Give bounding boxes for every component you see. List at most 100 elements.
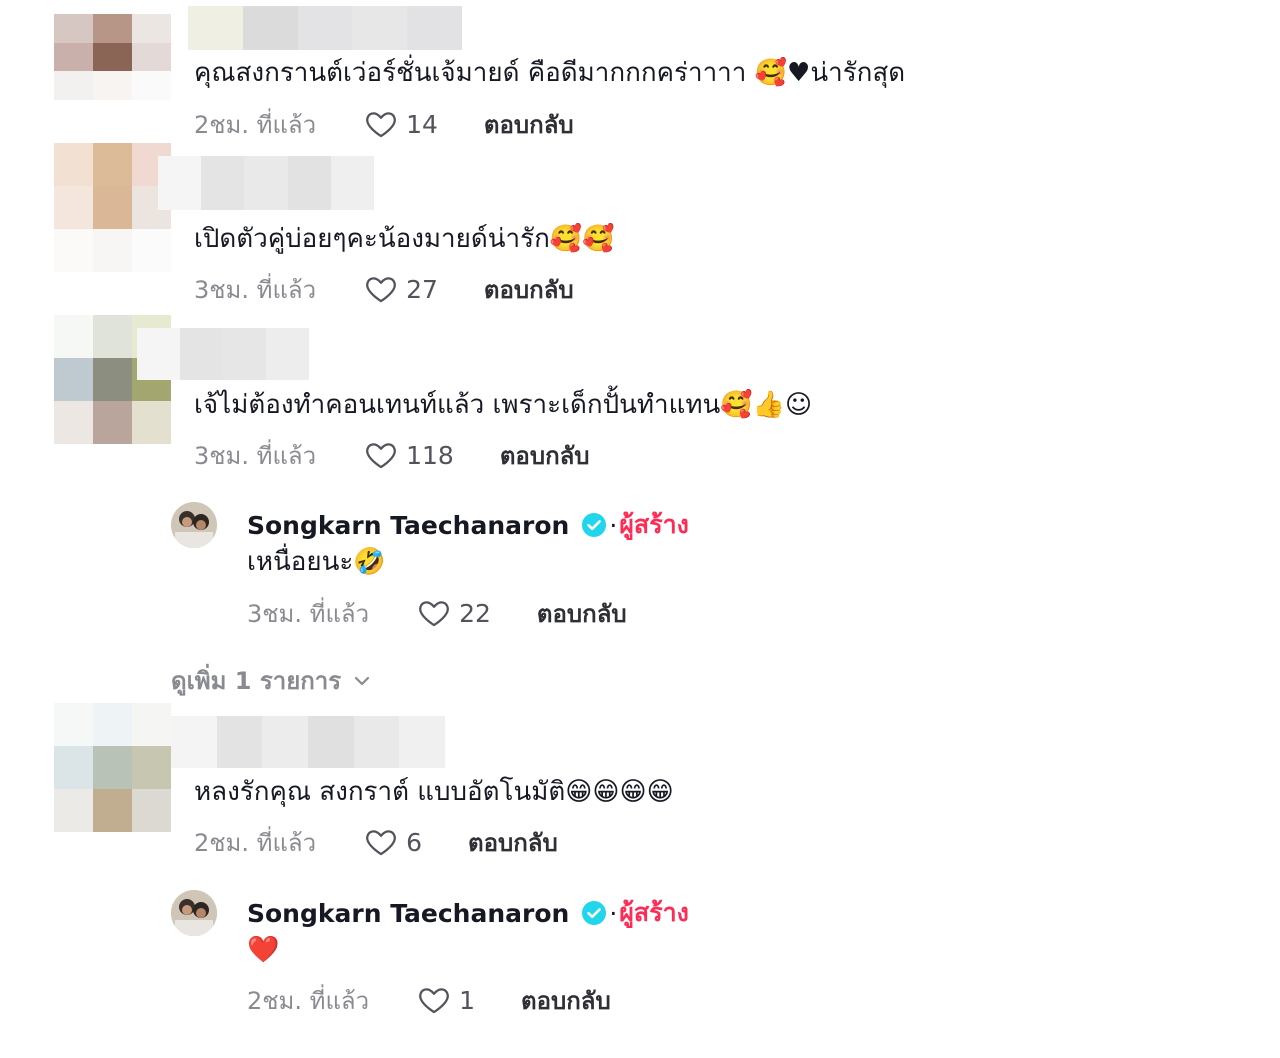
- avatar-pixel: [54, 401, 93, 444]
- like-button[interactable]: 1: [417, 983, 475, 1017]
- comment-text: เจ้ไม่ต้องทำคอนเทนท์แล้ว เพราะเด็กปั้นทำ…: [194, 390, 813, 420]
- like-button[interactable]: 6: [364, 825, 422, 859]
- avatar-pixel: [93, 143, 132, 186]
- avatar-pixel: [132, 14, 171, 43]
- avatar-pixel: [132, 789, 171, 832]
- creator-label: ผู้สร้าง: [619, 898, 689, 927]
- name-blur-block: [297, 6, 353, 50]
- avatar-pixel: [132, 42, 171, 72]
- avatar-pixel: [54, 143, 93, 186]
- commenter-name-blurred[interactable]: [188, 6, 462, 50]
- verified-badge-icon: [581, 900, 607, 926]
- avatar-pixel: [54, 14, 93, 43]
- comment-meta: 3ชม. ที่แล้ว 118 ตอบกลับ: [194, 437, 590, 473]
- avatar-pixel: [93, 358, 132, 401]
- like-count: 27: [406, 274, 438, 304]
- name-blur-block: [399, 716, 446, 768]
- avatar-pixel: [93, 186, 132, 229]
- avatar-pixel: [54, 71, 93, 100]
- name-blur-block: [158, 156, 202, 210]
- creator-label: ผู้สร้าง: [619, 510, 689, 539]
- reply-button[interactable]: ตอบกลับ: [484, 105, 574, 144]
- comment-text: หลงรักคุณ สงกราต์ แบบอัตโนมัติ😁😁😁😁: [194, 777, 674, 807]
- avatar-pixel: [132, 71, 171, 100]
- like-button[interactable]: 22: [417, 596, 491, 630]
- avatar-pixel: [54, 746, 93, 789]
- name-blur-block: [216, 716, 263, 768]
- commenter-name-blurred[interactable]: [158, 156, 375, 210]
- name-blur-block: [330, 156, 375, 210]
- name-blur-block: [352, 6, 408, 50]
- commenter-name-blurred[interactable]: [171, 716, 446, 768]
- reply-author-name[interactable]: Songkarn Taechanaron: [247, 511, 569, 540]
- like-count: 22: [459, 598, 491, 628]
- reply-button[interactable]: ตอบกลับ: [537, 594, 627, 633]
- avatar-pixel: [93, 703, 132, 746]
- like-count: 1: [459, 985, 476, 1015]
- avatar-photo: [171, 502, 217, 548]
- reply-button[interactable]: ตอบกลับ: [521, 981, 611, 1020]
- avatar-pixel: [93, 401, 132, 444]
- avatar-pixel: [54, 42, 93, 72]
- creator-avatar[interactable]: [171, 890, 217, 936]
- avatar-pixel: [54, 358, 93, 401]
- reply-button[interactable]: ตอบกลับ: [500, 436, 590, 475]
- commenter-avatar[interactable]: [54, 14, 171, 100]
- reply-text: ❤️: [247, 935, 280, 965]
- avatar-pixel: [54, 315, 93, 358]
- avatar-pixel: [132, 229, 171, 272]
- comment-time: 3ชม. ที่แล้ว: [194, 275, 317, 304]
- reply-button[interactable]: ตอบกลับ: [484, 270, 574, 309]
- name-blur-block: [266, 328, 309, 380]
- avatar-pixel: [132, 746, 171, 789]
- commenter-name-blurred[interactable]: [137, 328, 309, 380]
- like-count: 14: [406, 109, 438, 139]
- name-blur-block: [262, 716, 309, 768]
- avatar-pixel: [93, 315, 132, 358]
- commenter-avatar[interactable]: [54, 143, 171, 272]
- comment-time: 3ชม. ที่แล้ว: [194, 441, 317, 470]
- avatar-pixel: [132, 703, 171, 746]
- name-blur-block: [242, 6, 298, 50]
- name-blur-block: [407, 6, 462, 50]
- avatar-pixel: [132, 401, 171, 444]
- reply-author-name[interactable]: Songkarn Taechanaron: [247, 899, 569, 928]
- reply-meta: 2ชม. ที่แล้ว 1 ตอบกลับ: [247, 982, 611, 1018]
- view-more-replies[interactable]: ดูเพิ่ม 1 รายการ: [171, 661, 373, 700]
- comment-time: 2ชม. ที่แล้ว: [194, 110, 317, 139]
- like-button[interactable]: 118: [364, 438, 454, 472]
- name-blur-block: [353, 716, 400, 768]
- like-button[interactable]: 14: [364, 107, 438, 141]
- separator-dot: ·: [609, 510, 618, 540]
- reply-author-row: Songkarn Taechanaron · ผู้สร้าง: [247, 893, 689, 933]
- chevron-down-icon: [355, 676, 370, 685]
- verified-badge-icon: [581, 512, 607, 538]
- avatar-pixel: [54, 229, 93, 272]
- reply-text: เหนื่อยนะ🤣: [247, 547, 386, 577]
- avatar-pixel: [93, 789, 132, 832]
- commenter-avatar[interactable]: [54, 703, 171, 832]
- reply-meta: 3ชม. ที่แล้ว 22 ตอบกลับ: [247, 595, 627, 631]
- name-blur-block: [287, 156, 331, 210]
- creator-avatar[interactable]: [171, 502, 217, 548]
- like-count: 6: [406, 827, 423, 857]
- avatar-pixel: [54, 703, 93, 746]
- heart-outline-icon: [419, 988, 449, 1014]
- name-blur-block: [180, 328, 223, 380]
- like-button[interactable]: 27: [364, 272, 438, 306]
- heart-outline-icon: [366, 277, 396, 303]
- avatar-photo: [171, 890, 217, 936]
- name-blur-block: [308, 716, 354, 768]
- reply-author-row: Songkarn Taechanaron · ผู้สร้าง: [247, 505, 689, 545]
- comment-meta: 3ชม. ที่แล้ว 27 ตอบกลับ: [194, 271, 574, 307]
- reply-time: 2ชม. ที่แล้ว: [247, 986, 370, 1015]
- avatar-pixel: [93, 229, 132, 272]
- reply-button[interactable]: ตอบกลับ: [468, 823, 558, 862]
- name-blur-block: [223, 328, 266, 380]
- name-blur-block: [244, 156, 288, 210]
- avatar-pixel: [93, 14, 132, 43]
- heart-outline-icon: [366, 112, 396, 138]
- reply-time: 3ชม. ที่แล้ว: [247, 599, 370, 628]
- name-blur-block: [201, 156, 245, 210]
- heart-outline-icon: [419, 601, 449, 627]
